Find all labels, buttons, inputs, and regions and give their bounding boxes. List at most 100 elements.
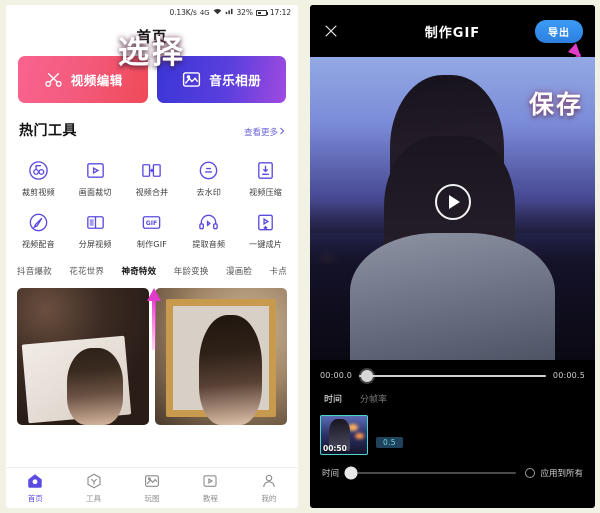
screenshot-stage: 0.13K/s 4G 32% 17:12 首页 视频编辑 音乐相册 热门工具 查… [0, 0, 600, 513]
scissors-icon [43, 69, 64, 90]
timeline-slider[interactable] [359, 369, 546, 382]
thumbnail-row: 00:50 0.5 [310, 413, 595, 455]
chip-beat-sync[interactable]: 卡点 [270, 265, 287, 277]
gif-header: 制作GIF 导出 [310, 5, 595, 95]
chip-flower-world[interactable]: 花花世界 [69, 265, 104, 277]
export-button[interactable]: 导出 [535, 19, 583, 43]
merge-video-icon [140, 159, 163, 182]
user-icon [260, 472, 278, 490]
tool-split-screen[interactable]: 分屏视频 [67, 204, 124, 256]
clock: 17:12 [269, 8, 291, 17]
card-artwork [155, 288, 287, 425]
timeline-start: 00:00.0 [320, 371, 353, 380]
time-slider-label: 时间 [322, 469, 340, 479]
tool-make-gif[interactable]: GIF 制作GIF [124, 204, 181, 256]
svg-text:GIF: GIF [146, 220, 158, 227]
apply-to-all-label: 应用到所有 [540, 469, 583, 479]
nav-label: 教程 [202, 494, 218, 503]
chip-douyin[interactable]: 抖音爆款 [17, 265, 52, 277]
battery-icon [255, 9, 268, 16]
nav-label: 工具 [86, 494, 102, 503]
time-slider[interactable] [344, 466, 517, 480]
view-more-label: 查看更多 [243, 128, 278, 138]
tool-label: 裁剪视频 [21, 188, 55, 197]
nav-item-photo-play[interactable]: 玩图 [123, 472, 181, 504]
tools-icon [85, 472, 103, 490]
nav-label: 首页 [27, 494, 43, 503]
tool-extract-audio[interactable]: 提取音频 [180, 204, 237, 256]
photo-play-icon [143, 472, 161, 490]
crop-frame-icon [84, 159, 107, 182]
tools-row-1: 裁剪视频 画面裁切 视频合并 去水印 视频压缩 [10, 152, 294, 204]
section-title: 热门工具 [19, 123, 77, 139]
status-bar: 0.13K/s 4G 32% 17:12 [6, 5, 298, 20]
timeline-end: 00:00.5 [552, 371, 585, 380]
segment-tabs: 时间 分帧率 [310, 386, 595, 413]
network-speed: 0.13K/s [169, 8, 197, 17]
chip-age-change[interactable]: 年龄变换 [174, 265, 209, 277]
compress-video-icon [254, 159, 277, 182]
timeline-row: 00:00.0 00:00.5 [310, 360, 595, 386]
video-edit-label: 视频编辑 [70, 73, 123, 88]
tool-label: 提取音频 [192, 240, 226, 249]
remove-watermark-icon [197, 159, 220, 182]
tab-frame-rate[interactable]: 分帧率 [360, 392, 387, 405]
tool-compress-video[interactable]: 视频压缩 [237, 152, 294, 204]
tool-label: 画面裁切 [78, 188, 112, 197]
tool-one-tap-movie[interactable]: 一键成片 [237, 204, 294, 256]
tab-time[interactable]: 时间 [324, 392, 342, 405]
split-screen-icon [84, 211, 107, 234]
chip-magic-effects[interactable]: 神奇特效 [122, 265, 157, 277]
thumbnail-duration: 00:50 [323, 444, 347, 453]
template-card-row: 选择 [6, 35, 298, 425]
template-card[interactable] [155, 288, 287, 425]
left-phone-screen: 0.13K/s 4G 32% 17:12 首页 视频编辑 音乐相册 热门工具 查… [6, 5, 298, 508]
gif-icon: GIF [140, 211, 163, 234]
tool-label: 分屏视频 [78, 240, 112, 249]
tool-merge-video[interactable]: 视频合并 [124, 152, 181, 204]
chip-comic-face[interactable]: 漫画脸 [226, 265, 252, 277]
timeline-knob[interactable] [360, 369, 373, 382]
bokeh-light [355, 433, 365, 440]
control-row: 时间 应用到所有 [310, 455, 595, 480]
tool-dubbing[interactable]: 视频配音 [10, 204, 67, 256]
trim-video-icon [27, 159, 50, 182]
tool-remove-watermark[interactable]: 去水印 [180, 152, 237, 204]
apply-to-all-option[interactable]: 应用到所有 [525, 467, 583, 479]
play-icon[interactable] [434, 184, 471, 221]
tool-trim-video[interactable]: 裁剪视频 [10, 152, 67, 204]
category-chip-row: 抖音爆款 花花世界 神奇特效 年龄变换 漫画脸 卡点 [6, 256, 298, 280]
photo-icon [181, 69, 202, 90]
nav-item-tools[interactable]: 工具 [64, 472, 122, 504]
tools-row-2: 视频配音 分屏视频 GIF 制作GIF 提取音频 一键成片 [10, 204, 294, 256]
rate-badge[interactable]: 0.5 [376, 437, 403, 448]
nav-item-home[interactable]: 首页 [6, 472, 64, 504]
frame-thumbnail[interactable]: 00:50 [320, 415, 368, 455]
time-slider-knob[interactable] [344, 466, 358, 480]
video-subject-body [349, 232, 556, 360]
dubbing-icon [27, 211, 50, 234]
tool-label: 制作GIF [136, 240, 168, 249]
tool-label: 一键成片 [249, 240, 282, 249]
music-album-button[interactable]: 音乐相册 [156, 56, 286, 103]
tool-label: 视频压缩 [249, 188, 282, 197]
tool-crop-frame[interactable]: 画面裁切 [67, 152, 124, 204]
template-card[interactable] [17, 288, 149, 425]
video-edit-button[interactable]: 视频编辑 [18, 56, 148, 103]
section-header: 热门工具 查看更多 [6, 103, 298, 143]
nav-item-tutorial[interactable]: 教程 [181, 472, 239, 504]
video-preview[interactable]: 保存 [310, 57, 595, 360]
card-artwork [17, 288, 149, 425]
chevron-right-icon [279, 127, 285, 138]
extract-audio-icon [197, 211, 220, 234]
signal-bars-icon [225, 8, 234, 17]
view-more-link[interactable]: 查看更多 [244, 126, 285, 138]
bottom-nav: 首页 工具 玩图 教程 我的 [6, 467, 298, 508]
tool-label: 视频合并 [135, 188, 169, 197]
tools-grid: 裁剪视频 画面裁切 视频合并 去水印 视频压缩 视频配音 分屏视频 GIF 制作… [6, 143, 298, 256]
tutorial-icon [201, 472, 219, 490]
nav-label: 玩图 [144, 494, 160, 503]
close-icon[interactable] [322, 22, 340, 40]
radio-unchecked-icon[interactable] [525, 468, 536, 478]
nav-item-profile[interactable]: 我的 [240, 472, 298, 504]
